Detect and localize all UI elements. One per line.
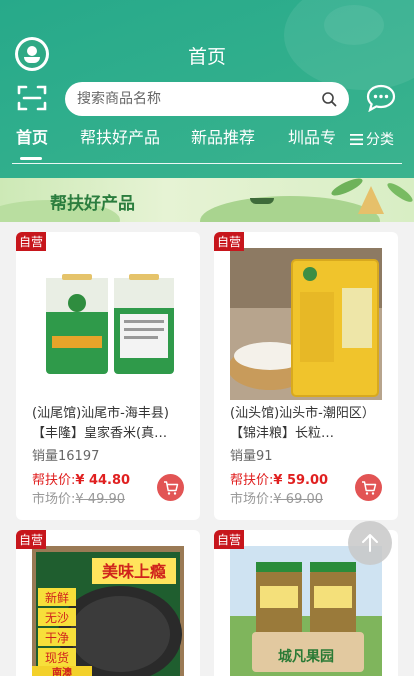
- market-price: 市场价:¥ 69.00: [230, 488, 323, 507]
- self-operated-badge: 自营: [16, 530, 47, 549]
- self-operated-badge: 自营: [214, 232, 245, 251]
- active-tab-indicator: [20, 157, 42, 160]
- product-card[interactable]: 自营 美味上瘾 新鲜 无沙 干净 现货 南澳: [16, 530, 200, 676]
- aid-price: 帮扶价:¥ 44.80: [32, 469, 130, 488]
- tab-home[interactable]: 首页: [16, 124, 48, 148]
- product-image[interactable]: 美味上瘾 新鲜 无沙 干净 现货 南澳: [32, 546, 184, 676]
- product-image-text: 干净: [45, 631, 69, 645]
- section-banner: 帮扶好产品: [0, 178, 414, 222]
- add-to-cart-button[interactable]: [355, 474, 382, 501]
- aid-price-label: 帮扶价:: [32, 473, 76, 488]
- banner-zongzi: [358, 186, 384, 214]
- category-tabs: 首页 帮扶好产品 新品推荐 圳品专: [0, 124, 352, 156]
- message-icon[interactable]: [366, 84, 396, 112]
- search-bar[interactable]: [65, 82, 349, 116]
- banner-leaf: [385, 180, 414, 205]
- banner-leaf: [329, 178, 365, 199]
- tab-zhenpin[interactable]: 圳品专: [288, 124, 336, 148]
- arrow-up-icon: [362, 534, 378, 552]
- header-decoration: [324, 5, 384, 45]
- menu-icon: [350, 133, 363, 145]
- market-price-label: 市场价:: [32, 492, 76, 507]
- product-image[interactable]: [230, 248, 382, 400]
- divider: [12, 163, 402, 164]
- page-title: 首页: [187, 46, 226, 68]
- self-operated-badge: 自营: [214, 530, 245, 549]
- cart-icon: [163, 480, 178, 495]
- product-card[interactable]: 自营 (汕尾馆)汕尾市-海丰县)【丰隆】皇家香米(真… 销量16197 帮扶价:…: [16, 232, 200, 520]
- market-price-value: ¥ 69.00: [273, 492, 324, 507]
- product-sales: 销量16197: [32, 449, 100, 464]
- product-sales: 销量91: [230, 449, 273, 464]
- market-price: 市场价:¥ 49.90: [32, 488, 125, 507]
- banner-hill: [200, 196, 380, 222]
- product-image-text: 城凡果园: [278, 648, 334, 665]
- product-image-text: 无沙: [45, 611, 69, 625]
- market-price-label: 市场价:: [230, 492, 274, 507]
- banner-title: 帮扶好产品: [50, 194, 135, 214]
- cart-icon: [361, 480, 376, 495]
- product-name[interactable]: (汕头馆)汕头市-潮阳区）【锦沣粮】长粒…: [230, 404, 386, 444]
- tab-poverty-aid-products[interactable]: 帮扶好产品: [80, 124, 160, 148]
- category-label: 分类: [366, 132, 394, 148]
- search-input[interactable]: [77, 91, 321, 107]
- self-operated-badge: 自营: [16, 232, 47, 251]
- header: 首页 首页 帮扶好产品 新品推荐 圳品专 分类: [0, 0, 414, 178]
- product-image-text: 现货: [45, 650, 69, 665]
- product-card[interactable]: 自营 (汕头馆)汕头市-潮阳区）【锦沣粮】长粒… 销量91 帮扶价:¥ 59.0…: [214, 232, 398, 520]
- product-image-text: 新鲜: [45, 590, 69, 605]
- product-image[interactable]: 城凡果园: [230, 546, 382, 676]
- product-image[interactable]: [32, 248, 184, 400]
- product-name[interactable]: (汕尾馆)汕尾市-海丰县)【丰隆】皇家香米(真…: [32, 404, 188, 444]
- aid-price-label: 帮扶价:: [230, 473, 274, 488]
- aid-price-value: ¥ 59.00: [273, 473, 329, 488]
- scroll-to-top-button[interactable]: [348, 521, 392, 565]
- aid-price-value: ¥ 44.80: [75, 473, 131, 488]
- search-icon[interactable]: [321, 91, 337, 107]
- product-image-text: 美味上瘾: [102, 562, 166, 581]
- aid-price: 帮扶价:¥ 59.00: [230, 469, 328, 488]
- banner-boat: [250, 198, 274, 204]
- scan-icon[interactable]: [17, 84, 47, 112]
- category-button[interactable]: 分类: [350, 129, 394, 149]
- product-image-text: 南澳: [52, 666, 73, 676]
- tab-new-products[interactable]: 新品推荐: [191, 124, 255, 148]
- add-to-cart-button[interactable]: [157, 474, 184, 501]
- market-price-value: ¥ 49.90: [75, 492, 126, 507]
